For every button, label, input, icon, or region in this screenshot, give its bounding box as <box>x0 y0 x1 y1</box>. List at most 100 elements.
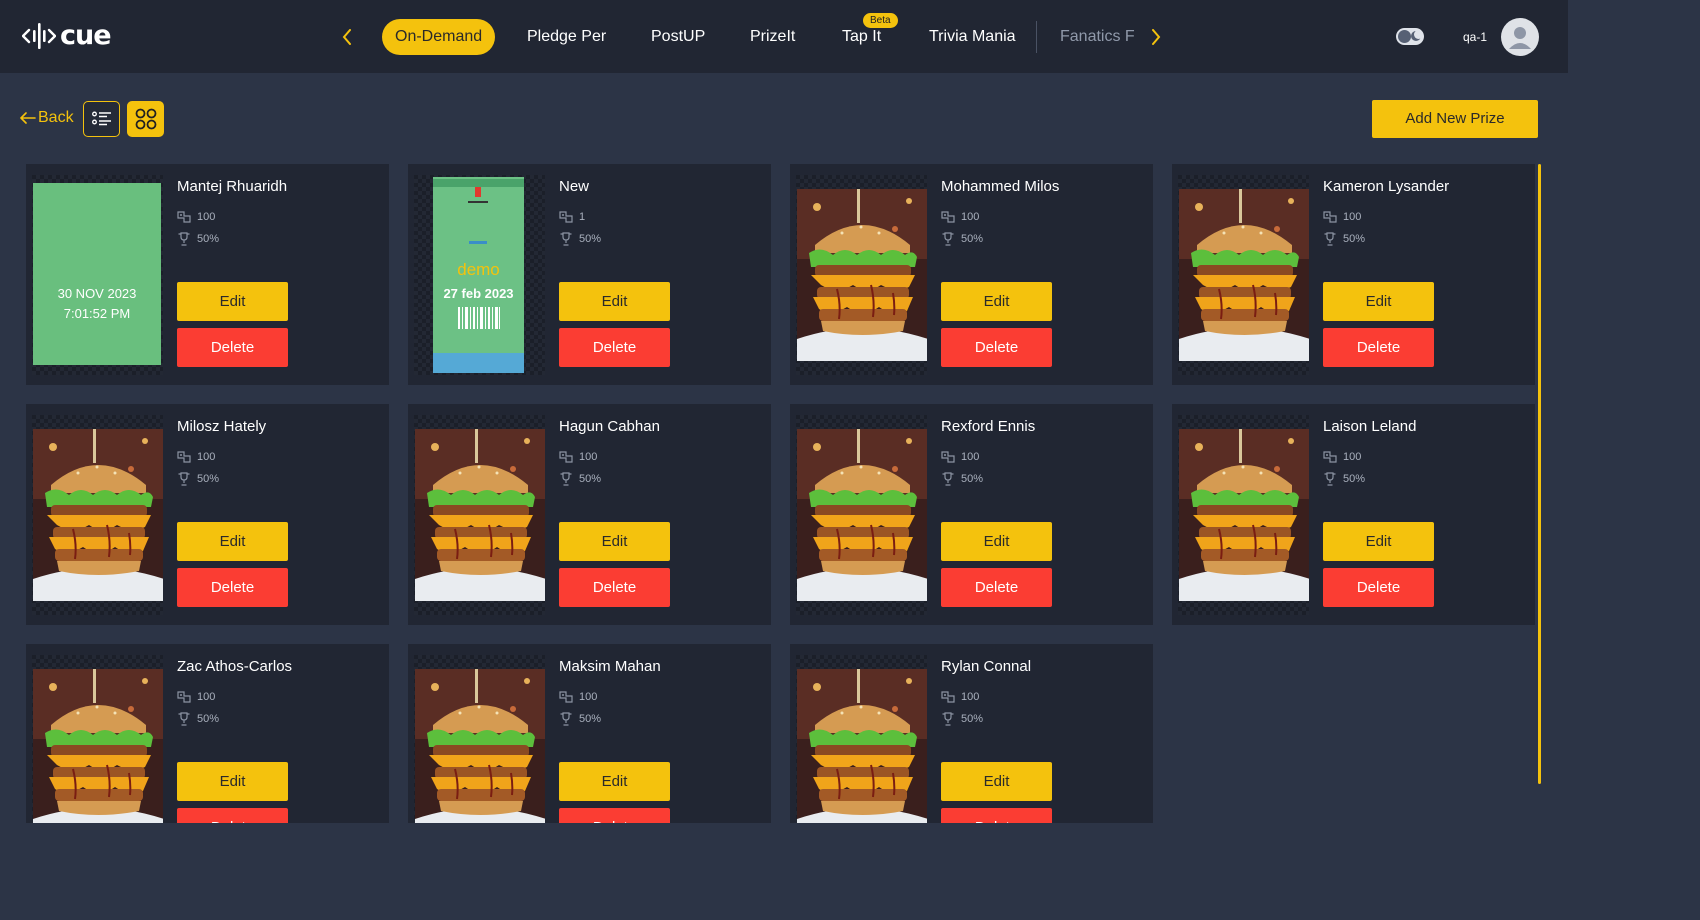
points-value: 100 <box>197 451 216 463</box>
prize-thumbnail[interactable] <box>1178 175 1309 375</box>
prize-thumbnail[interactable] <box>32 415 163 615</box>
points-value: 100 <box>579 451 598 463</box>
delete-button[interactable]: Delete <box>177 568 288 607</box>
prize-thumbnail[interactable] <box>414 415 545 615</box>
trophy-icon <box>560 232 572 246</box>
burger-image <box>797 189 927 361</box>
list-icon <box>91 111 111 126</box>
tab-pledge-per[interactable]: Pledge Per <box>527 19 606 55</box>
prize-card: Maksim Mahan 100 50% Edit Delete <box>408 644 771 823</box>
username-label: qa-1 <box>1463 30 1488 44</box>
delete-button[interactable]: Delete <box>177 808 288 823</box>
add-new-prize-button[interactable]: Add New Prize <box>1372 100 1538 138</box>
prize-thumbnail[interactable] <box>414 655 545 823</box>
tab-postup[interactable]: PostUP <box>651 19 705 55</box>
edit-button[interactable]: Edit <box>177 522 288 561</box>
cue-logo[interactable]: cue <box>22 20 112 52</box>
toggle-knob <box>1398 30 1411 43</box>
tab-on-demand[interactable]: On-Demand <box>382 19 496 55</box>
edit-button[interactable]: Edit <box>559 282 670 321</box>
prize-ticket-icon <box>177 211 191 223</box>
prize-name: Laison Leland <box>1323 418 1417 435</box>
avatar[interactable] <box>1501 18 1539 56</box>
theme-toggle[interactable] <box>1396 28 1424 45</box>
edit-button[interactable]: Edit <box>177 282 288 321</box>
prize-thumbnail[interactable]: demo 27 feb 2023 <box>414 175 545 375</box>
trophy-icon <box>942 472 954 486</box>
prize-name: Hagun Cabhan <box>559 418 660 435</box>
edit-button[interactable]: Edit <box>559 522 670 561</box>
delete-button[interactable]: Delete <box>941 568 1052 607</box>
points-value: 1 <box>579 211 586 223</box>
delete-button[interactable]: Delete <box>559 328 670 367</box>
burger-image <box>797 429 927 601</box>
list-view-button[interactable] <box>83 101 120 137</box>
prize-thumbnail[interactable] <box>32 655 163 823</box>
percent-stat: 50% <box>559 232 601 246</box>
prize-card: 30 NOV 2023 7:01:52 PM Mantej Rhuaridh 1… <box>26 164 389 385</box>
prize-ticket-icon <box>941 691 955 703</box>
percent-value: 50% <box>1343 233 1366 245</box>
tab-trivia-mania[interactable]: Trivia Mania <box>929 19 1016 55</box>
back-link[interactable]: Back <box>20 108 74 128</box>
prize-card: Rylan Connal 100 50% Edit Delete <box>790 644 1153 823</box>
delete-button[interactable]: Delete <box>941 808 1052 823</box>
edit-button[interactable]: Edit <box>941 522 1052 561</box>
edit-button[interactable]: Edit <box>941 762 1052 801</box>
delete-button[interactable]: Delete <box>1323 568 1434 607</box>
tab-fanatics[interactable]: Fanatics F <box>1060 19 1135 55</box>
edit-button[interactable]: Edit <box>559 762 670 801</box>
prize-card: Milosz Hately 100 50% Edit Delete <box>26 404 389 625</box>
prize-name: Zac Athos-Carlos <box>177 658 293 675</box>
prize-card: Rexford Ennis 100 50% Edit Delete <box>790 404 1153 625</box>
prize-name: New <box>559 178 590 195</box>
percent-stat: 50% <box>177 472 219 486</box>
delete-button[interactable]: Delete <box>559 568 670 607</box>
points-stat: 100 <box>1323 450 1361 464</box>
delete-button[interactable]: Delete <box>1323 328 1434 367</box>
logo-text: cue <box>60 20 112 51</box>
edit-button[interactable]: Edit <box>941 282 1052 321</box>
prize-ticket-icon <box>559 691 573 703</box>
thumb-word: demo <box>457 260 500 279</box>
burger-image <box>415 669 545 823</box>
delete-button[interactable]: Delete <box>177 328 288 367</box>
prize-name: Rexford Ennis <box>941 418 1036 435</box>
ticket-marker <box>475 187 481 197</box>
scrollbar-thumb[interactable] <box>1538 164 1541 784</box>
points-stat: 100 <box>177 690 215 704</box>
prize-thumbnail[interactable] <box>796 175 927 375</box>
prize-card: Hagun Cabhan 100 50% Edit Delete <box>408 404 771 625</box>
prize-ticket-icon <box>941 451 955 463</box>
delete-button[interactable]: Delete <box>559 808 670 823</box>
prize-thumbnail[interactable]: 30 NOV 2023 7:01:52 PM <box>32 175 163 375</box>
nav-divider <box>1036 21 1037 53</box>
edit-button[interactable]: Edit <box>1323 282 1434 321</box>
points-value: 100 <box>197 691 216 703</box>
points-value: 100 <box>961 691 980 703</box>
points-value: 100 <box>961 211 980 223</box>
points-stat: 100 <box>941 690 979 704</box>
points-value: 100 <box>961 451 980 463</box>
audio-wave-icon <box>22 23 56 49</box>
moon-icon <box>1411 30 1423 41</box>
prize-thumbnail[interactable] <box>796 655 927 823</box>
delete-button[interactable]: Delete <box>941 328 1052 367</box>
top-nav-bar: cue On-Demand Pledge Per PostUP PrizeIt … <box>0 0 1568 73</box>
user-icon <box>1509 27 1531 49</box>
trophy-icon <box>178 232 190 246</box>
prize-thumbnail[interactable] <box>1178 415 1309 615</box>
percent-stat: 50% <box>177 712 219 726</box>
grid-view-button[interactable] <box>127 101 164 137</box>
nav-prev-button[interactable] <box>337 25 357 49</box>
edit-button[interactable]: Edit <box>1323 522 1434 561</box>
nav-next-button[interactable] <box>1146 25 1166 49</box>
burger-image <box>33 429 163 601</box>
prize-thumbnail[interactable] <box>796 415 927 615</box>
percent-value: 50% <box>197 713 220 725</box>
grid-icon <box>135 108 156 130</box>
points-stat: 100 <box>941 210 979 224</box>
tab-prizeit[interactable]: PrizeIt <box>750 19 795 55</box>
points-stat: 100 <box>559 450 597 464</box>
edit-button[interactable]: Edit <box>177 762 288 801</box>
